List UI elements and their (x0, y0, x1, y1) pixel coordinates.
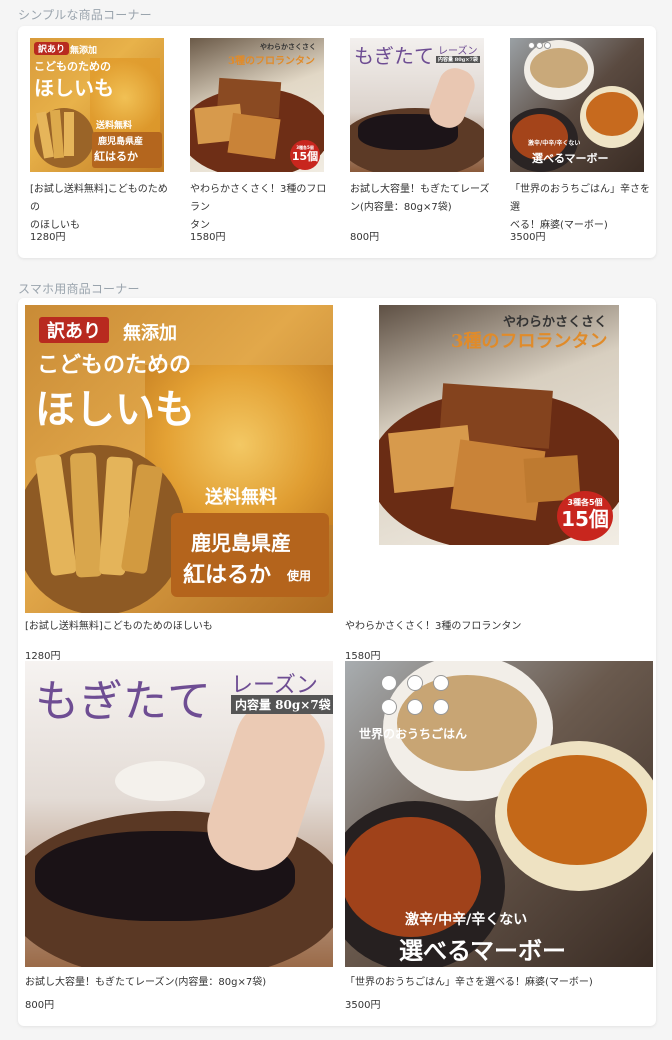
product-name[interactable]: [お試し送料無料]こどものための のほしいも (30, 181, 170, 235)
image-text: 3種のフロランタン (451, 331, 608, 352)
product-price: 1280円 (25, 651, 61, 662)
image-text: 使用 (287, 569, 312, 583)
image-text: ほしいも (35, 386, 195, 433)
image-text: 送料無料 (96, 121, 133, 131)
image-text-badge: 訳あり (34, 42, 70, 55)
product-name[interactable]: お試し大容量！もぎたてレーズン(内容量：80g×7袋) (25, 974, 333, 992)
image-text: 鹿児島県産 (98, 137, 144, 147)
image-text: 世界のおうちごはん (359, 727, 468, 741)
section-title-mobile: スマホ用商品コーナー (18, 282, 140, 296)
product-image-raisin[interactable]: もぎたて レーズン 内容量 80g×7袋 (350, 38, 484, 172)
product-item-florentin[interactable]: やわらかさくさく 3種のフロランタン 3種各5個 15個 やわらかさくさく！3種… (345, 305, 653, 662)
product-image-florentin[interactable]: やわらかさくさく 3種のフロランタン 3種各5個 15個 (379, 305, 619, 545)
dish-icon (381, 675, 397, 691)
product-price: 3500円 (345, 1000, 381, 1011)
product-item-mabo[interactable]: 激辛/中辛/辛くない 選べるマーボー 「世界のおうちごはん」辛さを選 べる！麻婆… (510, 38, 650, 248)
image-text: 送料無料 (205, 487, 277, 508)
image-text: もぎたて (35, 676, 211, 727)
product-image-raisin[interactable]: もぎたて レーズン 内容量 80g×7袋 (25, 661, 333, 967)
image-text: 鹿児島県産 (191, 531, 291, 555)
product-item-raisin[interactable]: もぎたて レーズン 内容量 80g×7袋 お試し大容量！もぎたてレーズン(内容量… (25, 661, 333, 1013)
product-item-florentin[interactable]: やわらかさくさく 3種のフロランタン 3種各5個 15個 やわらかさくさく！3種… (190, 38, 330, 248)
product-item-raisin[interactable]: もぎたて レーズン 内容量 80g×7袋 お試し大容量！もぎたてレーズ ン(内容… (350, 38, 490, 248)
image-text: 紅はるか (183, 562, 272, 588)
product-item-hoshiimo[interactable]: 訳あり 無添加 こどものための ほしいも 送料無料 鹿児島県産 紅はるか [お試… (30, 38, 170, 248)
product-image-hoshiimo[interactable]: 訳あり 無添加 こどものための ほしいも 送料無料 鹿児島県産 紅はるか (30, 38, 164, 172)
image-text: 内容量 80g×7袋 (436, 56, 480, 63)
product-item-mabo[interactable]: 世界のおうちごはん 激辛/中辛/辛くない 選べるマーボー 「世界のおうちごはん」… (345, 661, 653, 1013)
product-image-mabo[interactable]: 激辛/中辛/辛くない 選べるマーボー (510, 38, 644, 172)
product-item-hoshiimo[interactable]: 訳あり 無添加 こどものための ほしいも 送料無料 鹿児島県産 紅はるか 使用 … (25, 305, 333, 662)
dish-icon (407, 699, 423, 715)
product-image-mabo[interactable]: 世界のおうちごはん 激辛/中辛/辛くない 選べるマーボー (345, 661, 653, 967)
dish-icon (433, 675, 449, 691)
product-price: 1580円 (345, 651, 381, 662)
product-image-florentin[interactable]: やわらかさくさく 3種のフロランタン 3種各5個 15個 (190, 38, 324, 172)
image-text: 激辛/中辛/辛くない (528, 140, 581, 147)
image-text-badge: 訳あり (39, 317, 109, 343)
image-text: 無添加 (70, 46, 98, 56)
product-price: 1280円 (30, 232, 66, 243)
dish-icon (433, 699, 449, 715)
count-badge: 3種各5個 15個 (557, 491, 613, 541)
image-text: 内容量 80g×7袋 (231, 695, 333, 714)
count-badge: 3種各5個 15個 (290, 140, 320, 170)
product-price: 800円 (350, 232, 380, 243)
product-price: 800円 (25, 1000, 55, 1011)
product-price: 1580円 (190, 232, 226, 243)
dish-icon (381, 699, 397, 715)
image-text: 選べるマーボー (532, 152, 609, 165)
image-text: 紅はるか (94, 150, 138, 163)
image-text: レーズン (438, 46, 478, 57)
product-price: 3500円 (510, 232, 546, 243)
mobile-products-card: 訳あり 無添加 こどものための ほしいも 送料無料 鹿児島県産 紅はるか 使用 … (18, 298, 656, 1026)
image-text: こどものための (37, 352, 192, 378)
product-name[interactable]: やわらかさくさく！3種のフロラン タン (190, 181, 330, 235)
product-name[interactable]: お試し大容量！もぎたてレーズ ン(内容量：80g×7袋) (350, 181, 490, 217)
simple-products-card: 訳あり 無添加 こどものための ほしいも 送料無料 鹿児島県産 紅はるか [お試… (18, 26, 656, 258)
section-title-simple: シンプルな商品コーナー (18, 8, 152, 22)
product-name[interactable]: 「世界のおうちごはん」辛さを選べる！麻婆(マーボー) (345, 974, 653, 992)
image-text: 3種のフロランタン (228, 56, 315, 67)
product-image-hoshiimo[interactable]: 訳あり 無添加 こどものための ほしいも 送料無料 鹿児島県産 紅はるか 使用 (25, 305, 333, 613)
product-name[interactable]: 「世界のおうちごはん」辛さを選 べる！麻婆(マーボー) (510, 181, 650, 235)
image-text: もぎたて (354, 44, 434, 68)
image-text: やわらかさくさく (260, 42, 316, 51)
image-text: 無添加 (123, 323, 177, 344)
image-text: ほしいも (34, 76, 114, 100)
image-text: 選べるマーボー (399, 936, 567, 965)
image-text: 激辛/中辛/辛くない (405, 912, 528, 928)
product-name[interactable]: [お試し送料無料]こどものためのほしいも (25, 618, 333, 636)
dish-icon (407, 675, 423, 691)
product-name[interactable]: やわらかさくさく！3種のフロランタン (345, 618, 653, 636)
